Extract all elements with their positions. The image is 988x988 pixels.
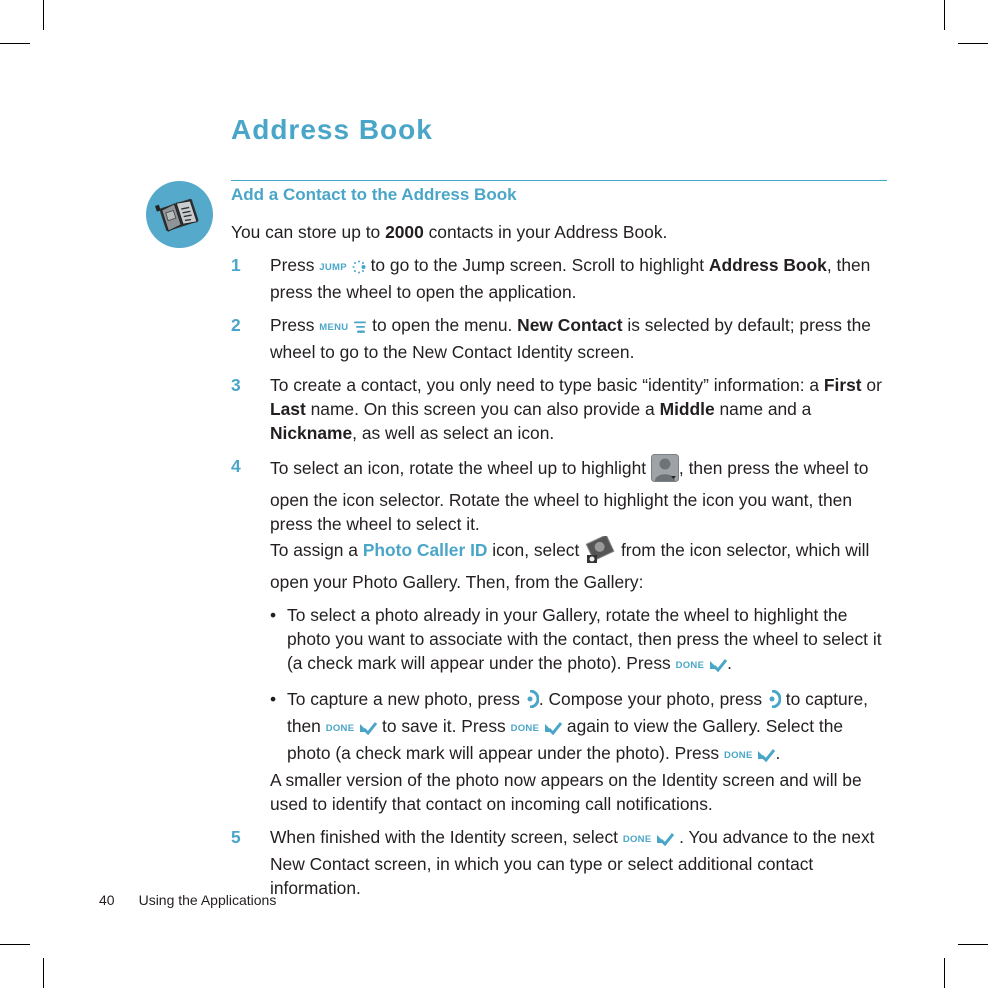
- crop-mark: [958, 944, 988, 945]
- text: . Compose your photo, press: [538, 689, 767, 709]
- intro-text: You can store up to 2000 contacts in you…: [231, 220, 891, 244]
- text: Last: [270, 399, 306, 419]
- address-book-icon: [146, 181, 213, 248]
- done-check-icon: [709, 654, 728, 678]
- crop-mark: [0, 944, 30, 945]
- page-title: Address Book: [231, 114, 433, 145]
- step-4: 4 To select an icon, rotate the wheel up…: [231, 454, 891, 816]
- camera-shutter-icon: [525, 689, 540, 714]
- step-number: 1: [231, 255, 241, 275]
- jump-icon: [352, 256, 366, 280]
- contact-limit: 2000: [385, 222, 424, 242]
- done-key-label: DONE: [723, 750, 753, 761]
- content: You can store up to 2000 contacts in you…: [231, 220, 891, 909]
- text: To select an icon, rotate the wheel up t…: [270, 458, 651, 478]
- step-number: 3: [231, 375, 241, 395]
- page-number: 40: [99, 892, 115, 908]
- done-check-icon: [757, 744, 776, 768]
- contact-silhouette-icon: [650, 454, 679, 488]
- done-key-label: DONE: [675, 660, 705, 671]
- section-divider: [231, 180, 887, 181]
- text: .: [727, 653, 732, 673]
- step-number: 4: [231, 456, 241, 476]
- photo-caller-id-icon: [584, 534, 616, 570]
- text: or: [861, 375, 882, 395]
- text: icon, select: [487, 540, 585, 560]
- text: to open the menu.: [367, 315, 518, 335]
- text: Press: [270, 315, 320, 335]
- jump-key-label: JUMP: [319, 262, 347, 273]
- step-2: 2 Press MENU to open the menu. New Conta…: [231, 313, 891, 364]
- crop-mark: [43, 958, 44, 988]
- text: Nickname: [270, 423, 353, 443]
- text: To select a photo already in your Galler…: [287, 605, 882, 673]
- page-footer: 40 Using the Applications: [99, 892, 276, 908]
- step-number: 2: [231, 315, 241, 335]
- menu-key-label: MENU: [319, 322, 349, 333]
- text: Middle: [659, 399, 715, 419]
- crop-mark: [944, 958, 945, 988]
- text: When finished with the Identity screen, …: [270, 827, 623, 847]
- crop-mark: [958, 43, 988, 44]
- text: You can store up to: [231, 222, 386, 242]
- photo-caller-id-term: Photo Caller ID: [362, 540, 488, 560]
- step-3: 3 To create a contact, you only need to …: [231, 373, 891, 445]
- text: Address Book: [708, 255, 827, 275]
- photo-caller-id-paragraph: To assign a Photo Caller ID icon, select…: [270, 534, 891, 594]
- text: to go to the Jump screen. Scroll to high…: [365, 255, 709, 275]
- done-key-label: DONE: [325, 723, 355, 734]
- text: , as well as select an icon.: [352, 423, 555, 443]
- bullet-dot: •: [270, 689, 277, 709]
- bullet-select-photo: • To select a photo already in your Gall…: [270, 603, 891, 678]
- text: to save it. Press: [377, 716, 511, 736]
- camera-shutter-icon: [767, 689, 782, 714]
- crop-mark: [0, 43, 30, 44]
- crop-mark: [944, 0, 945, 30]
- section-title: Add a Contact to the Address Book: [231, 185, 517, 204]
- step-number: 5: [231, 827, 241, 847]
- step-1: 1 Press JUMP to go to the Jump screen. S…: [231, 253, 891, 304]
- step-5: 5 When finished with the Identity screen…: [231, 825, 891, 900]
- text: New Contact: [517, 315, 623, 335]
- text: name and a: [714, 399, 812, 419]
- text: First: [823, 375, 862, 395]
- done-check-icon: [656, 828, 675, 852]
- after-photo-text: A smaller version of the photo now appea…: [270, 770, 862, 814]
- done-check-icon: [544, 717, 563, 741]
- done-key-label: DONE: [510, 723, 540, 734]
- text: contacts in your Address Book.: [423, 222, 668, 242]
- done-key-label: DONE: [622, 834, 652, 845]
- text: .: [775, 743, 781, 763]
- bullet-dot: •: [270, 605, 277, 625]
- text: To assign a: [270, 540, 363, 560]
- text: To capture a new photo, press: [287, 689, 525, 709]
- text: To create a contact, you only need to ty…: [270, 375, 824, 395]
- menu-icon: [353, 316, 367, 340]
- text: Press: [270, 255, 320, 275]
- bullet-capture-photo: • To capture a new photo, press . Compos…: [270, 687, 891, 768]
- text: name. On this screen you can also provid…: [305, 399, 660, 419]
- done-check-icon: [359, 717, 378, 741]
- crop-mark: [43, 0, 44, 30]
- footer-section: Using the Applications: [138, 892, 277, 908]
